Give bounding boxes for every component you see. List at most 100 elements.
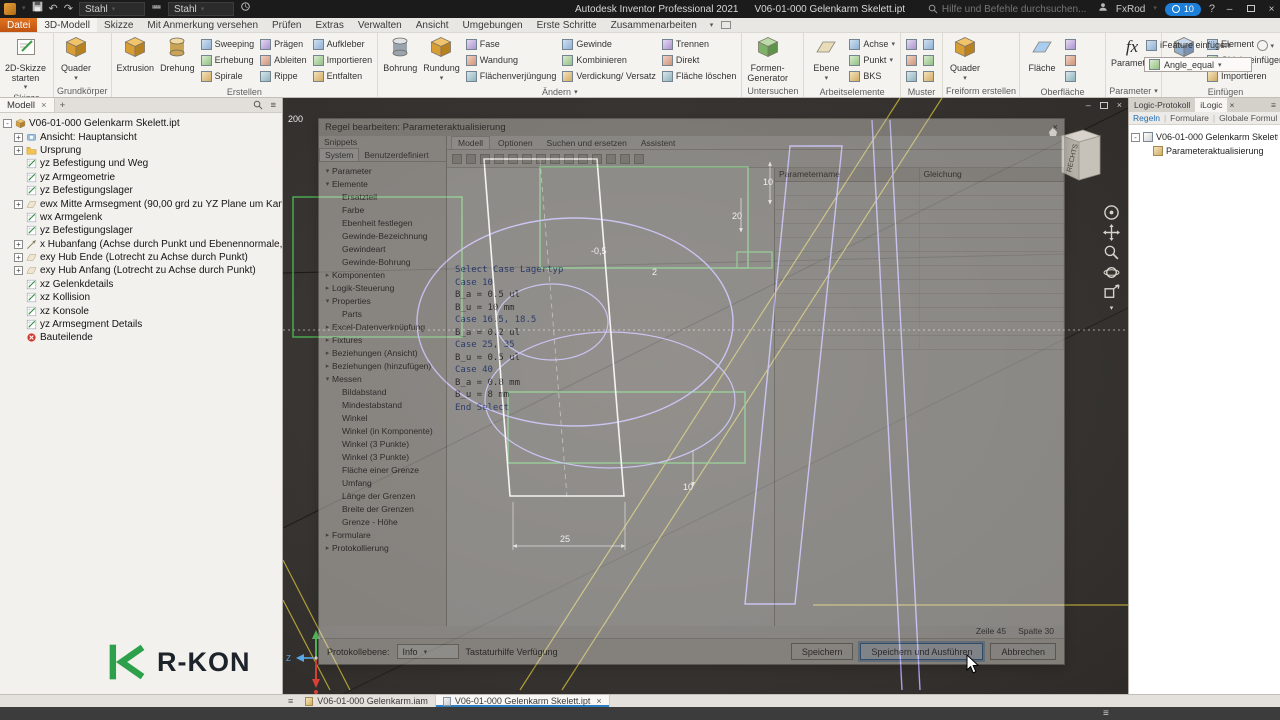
app-menu-caret-icon[interactable]: ▾ (22, 0, 26, 18)
snippet-komponenten[interactable]: ▸ Komponenten (319, 268, 446, 281)
tree-item-exy-hub-ende-lotrecht-zu-achse-durch-punkt[interactable]: + exy Hub Ende (Lotrecht zu Achse durch P… (0, 251, 282, 264)
notification-badge[interactable]: 10 (1164, 2, 1201, 16)
snippet-parts[interactable]: Parts (319, 307, 446, 320)
editor-tab-modell[interactable]: Modell (451, 136, 491, 149)
dim-200[interactable]: 200 (288, 114, 303, 124)
gewinde-button[interactable]: Gewinde (560, 36, 658, 52)
toolbar-icon[interactable] (508, 153, 518, 164)
tree-item-yz-armgeometrie[interactable]: yz Armgeometrie (0, 171, 282, 184)
panel-label-muster[interactable]: Muster (901, 86, 942, 97)
status-menu-icon[interactable]: ≡ (1103, 707, 1109, 720)
quader-button[interactable]: Quader ▾ (57, 35, 95, 82)
toolbar-icon[interactable] (564, 153, 574, 164)
grid-row[interactable] (775, 322, 1064, 336)
doc-minimize-icon[interactable]: – (1086, 100, 1091, 110)
maximize-button[interactable] (1244, 4, 1257, 15)
browser-menu-icon[interactable]: ≡ (270, 100, 276, 111)
snippet-elemente[interactable]: ▾ Elemente (319, 177, 446, 190)
grid-row[interactable] (775, 266, 1064, 280)
undo-icon[interactable]: ↶ (49, 0, 58, 18)
grid-row[interactable] (775, 196, 1064, 210)
expander-icon[interactable]: - (1131, 132, 1140, 142)
minimize-button[interactable]: – (1223, 4, 1236, 15)
save-button[interactable]: Speichern (790, 643, 854, 660)
ribbon-tab-skizze[interactable]: Skizze (97, 18, 140, 32)
tree-item-ewx-mitte-armsegment-90-00-grd-zu-yz-plane-um-kante[interactable]: + ewx Mitte Armsegment (90,00 grd zu YZ P… (0, 197, 282, 210)
achse-button[interactable]: Achse ▾ (847, 36, 897, 52)
snippet-breite-der-grenzen[interactable]: Breite der Grenzen (319, 502, 446, 515)
cancel-button[interactable]: Abbrechen (990, 643, 1056, 660)
verdickung-versatz-button[interactable]: Verdickung/ Versatz (560, 68, 658, 84)
ribbon-tab-verwalten[interactable]: Verwalten (351, 18, 409, 32)
close-icon[interactable]: × (41, 100, 47, 111)
snippet-l-nge-der-grenzen[interactable]: Länge der Grenzen (319, 489, 446, 502)
ilogic-rule-item[interactable]: Parameteraktualisierung (1131, 144, 1278, 158)
save-icon[interactable] (32, 0, 43, 18)
ebene-button[interactable]: Ebene ▾ (807, 35, 845, 82)
panel-label-arbeitselemente[interactable]: Arbeitselemente (804, 86, 900, 97)
close-icon[interactable]: × (596, 696, 601, 706)
pattern-tool-button[interactable] (1063, 36, 1078, 52)
help-icon[interactable]: ? (1209, 0, 1215, 18)
toolbar-icon[interactable] (606, 153, 616, 164)
kombinieren-button[interactable]: Kombinieren (560, 52, 658, 68)
snippet-gewinde-bezeichnung[interactable]: Gewinde-Bezeichnung (319, 229, 446, 242)
ribbon-tab-extras[interactable]: Extras (308, 18, 350, 32)
browser-search-icon[interactable] (253, 100, 263, 110)
aufkleber-button[interactable]: Aufkleber (311, 36, 375, 52)
tree-item-ursprung[interactable]: + Ursprung (0, 144, 282, 157)
material-select[interactable]: Stahl ▾ (78, 2, 145, 16)
toolbar-icon[interactable] (494, 153, 504, 164)
panel-label-parameter[interactable]: Parameter ▾ (1106, 85, 1161, 97)
fl-chenverj-ngung-button[interactable]: Flächenverjüngung (464, 68, 559, 84)
snippet-fixtures[interactable]: ▸ Fixtures (319, 333, 446, 346)
ribbon-tab-mit-anmerkung-versehen[interactable]: Mit Anmerkung versehen (140, 18, 265, 32)
snippet-properties[interactable]: ▾ Properties (319, 294, 446, 307)
pattern-tool-button[interactable] (921, 68, 936, 84)
nav-tab-regeln[interactable]: Regeln (1133, 113, 1160, 123)
panel-label-freiform-erstellen[interactable]: Freiform erstellen (943, 85, 1019, 97)
tab-ilogic[interactable]: iLogic (1195, 98, 1228, 112)
full-navigation-wheel-icon[interactable] (1103, 204, 1120, 221)
spirale-button[interactable]: Spirale (199, 68, 257, 84)
snippet-farbe[interactable]: Farbe (319, 203, 446, 216)
fase-button[interactable]: Fase (464, 36, 559, 52)
tree-item-yz-armsegment-details[interactable]: yz Armsegment Details (0, 318, 282, 331)
panel-label-grundk-rper[interactable]: Grundkörper (54, 85, 111, 97)
orbit-icon[interactable] (1103, 264, 1120, 281)
expander-icon[interactable]: + (14, 266, 23, 276)
user-name[interactable]: FxRod (1116, 4, 1145, 15)
pr-gen-button[interactable]: Prägen (258, 36, 309, 52)
snippet-excel-datenverkn-pfung[interactable]: ▸ Excel-Datenverknüpfung (319, 320, 446, 333)
tree-item-xz-kollision[interactable]: xz Kollision (0, 291, 282, 304)
extrusion-button[interactable]: Extrusion (115, 35, 157, 74)
entfalten-button[interactable]: Entfalten (311, 68, 375, 84)
grid-row[interactable] (775, 238, 1064, 252)
dialog-close-icon[interactable]: × (1052, 122, 1058, 133)
wandung-button[interactable]: Wandung (464, 52, 559, 68)
expander-icon[interactable]: + (14, 239, 23, 249)
snippet-grenze-h-he[interactable]: Grenze - Höhe (319, 515, 446, 528)
pattern-tool-button[interactable] (904, 52, 919, 68)
dialog-title-bar[interactable]: Regel bearbeiten: Parameteraktualisierun… (319, 119, 1064, 136)
help-search[interactable] (928, 3, 1090, 15)
toolbar-icon[interactable] (550, 153, 560, 164)
angle-equal-select[interactable]: Angle_equal ▾ (1144, 57, 1252, 72)
snippet-beziehungen-hinzuf-gen[interactable]: ▸ Beziehungen (hinzufügen) (319, 359, 446, 372)
grid-row[interactable] (775, 294, 1064, 308)
drehung-button[interactable]: Drehung (158, 35, 197, 74)
tree-item-ansicht-hauptansicht[interactable]: + Ansicht: Hauptansicht (0, 130, 282, 143)
update-icon[interactable] (240, 0, 251, 18)
pattern-tool-button[interactable] (921, 36, 936, 52)
ribbon-tab-erste-schritte[interactable]: Erste Schritte (530, 18, 604, 32)
ifeature-insert-button[interactable]: iFeature einfügen (1144, 37, 1252, 53)
snippet-fl-che-einer-grenze[interactable]: Fläche einer Grenze (319, 463, 446, 476)
snippet-logik-steuerung[interactable]: ▸ Logik-Steuerung (319, 281, 446, 294)
ribbon-tab-datei[interactable]: Datei (0, 18, 38, 32)
doc-restore-icon[interactable] (1099, 101, 1108, 109)
save-and-run-button[interactable]: Speichern und Ausführen (860, 643, 984, 660)
pan-icon[interactable] (1103, 224, 1120, 241)
rippe-button[interactable]: Rippe (258, 68, 309, 84)
snippet-bildabstand[interactable]: Bildabstand (319, 385, 446, 398)
browser-tab-modell[interactable]: Modell × (0, 98, 55, 112)
